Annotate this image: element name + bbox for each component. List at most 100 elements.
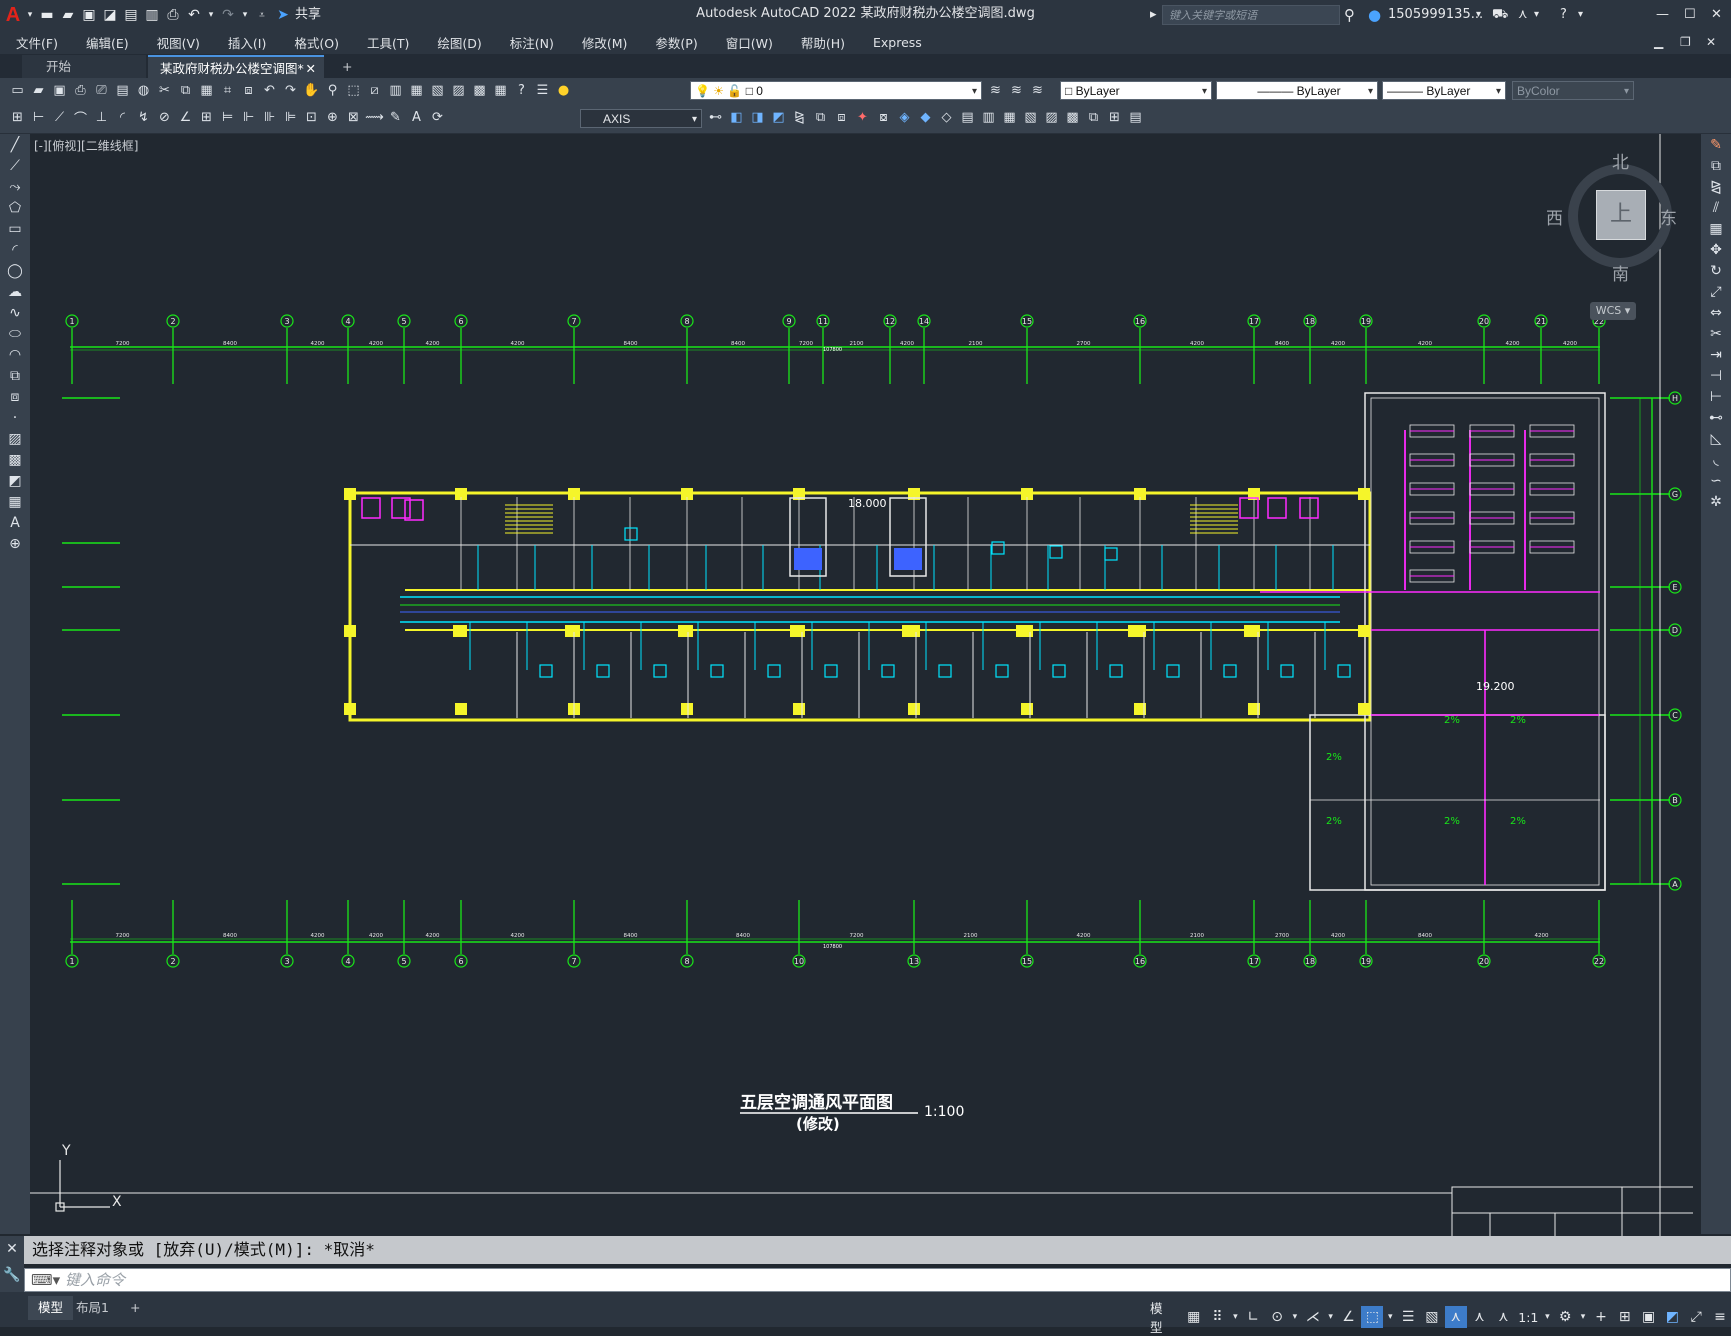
redo-icon[interactable]: ↷ (219, 6, 237, 24)
polyline-icon[interactable]: ⤳ (0, 176, 30, 197)
new-icon[interactable]: ▭ (8, 81, 27, 100)
undo-icon[interactable]: ↶ (260, 81, 279, 100)
menu-format[interactable]: 格式(O) (278, 33, 351, 52)
break-icon[interactable]: ⊢ (1701, 386, 1731, 407)
wcs-menu[interactable]: WCS ▾ (1590, 302, 1636, 320)
hyperlink-icon[interactable]: ⧉ (1084, 108, 1103, 127)
rotate-icon[interactable]: ↻ (1701, 260, 1731, 281)
plotstyle-dropdown[interactable]: ByColor ▾ (1512, 81, 1634, 100)
chevron-down-icon[interactable]: ▾ (1578, 1306, 1588, 1328)
mirror-icon[interactable]: ⧎ (1701, 176, 1731, 197)
dim-text-edit-icon[interactable]: A (407, 108, 426, 127)
clip-icon[interactable]: ▧ (1021, 108, 1040, 127)
ellipse-icon[interactable]: ⬭ (0, 323, 30, 344)
mirror-icon[interactable]: ⧎ (790, 108, 809, 127)
chevron-down-icon[interactable]: ▾ (1476, 0, 1481, 30)
dim-edit-icon[interactable]: ✎ (386, 108, 405, 127)
command-line-handle[interactable]: ✕ 🔧 (0, 1236, 24, 1292)
viewcube[interactable]: 上 北 南 西 东 (1546, 152, 1684, 285)
help-icon[interactable]: ? (512, 81, 531, 100)
menu-modify[interactable]: 修改(M) (566, 33, 640, 52)
trim-icon[interactable]: ✂ (1701, 323, 1731, 344)
hatch-icon[interactable]: ▨ (0, 428, 30, 449)
open-web-icon[interactable]: ▤ (122, 6, 140, 24)
ungroup-icon[interactable]: ⧉ (811, 108, 830, 127)
command-prompt-icon[interactable]: ⌨▾ (31, 1269, 60, 1291)
layer-freeze-icon[interactable]: ☀ (713, 84, 724, 98)
model-space-button[interactable]: 模型 (1150, 1298, 1181, 1336)
make-current-icon[interactable]: ≋ (986, 81, 1005, 100)
diameter-dim-icon[interactable]: ⊘ (155, 108, 174, 127)
command-input[interactable]: ⌨▾ 键入命令 (24, 1268, 1731, 1292)
sheet-set-icon[interactable]: ▨ (449, 81, 468, 100)
save-as-icon[interactable]: ◪ (101, 6, 119, 24)
attach-icon[interactable]: ▨ (1042, 108, 1061, 127)
move-icon[interactable]: ✥ (1701, 239, 1731, 260)
angular-dim-icon[interactable]: ∠ (176, 108, 195, 127)
help-icon[interactable]: ? (1560, 0, 1567, 30)
viewport-controls[interactable]: [-][俯视][二维线框] (34, 137, 138, 154)
annotation-scale-icon[interactable]: ⋏ (1492, 1306, 1514, 1328)
draworder-above-icon[interactable]: ◩ (769, 108, 788, 127)
chevron-down-icon[interactable]: ▾ (1385, 1306, 1395, 1328)
paste-icon[interactable]: ▦ (197, 81, 216, 100)
chevron-down-icon[interactable]: ▾ (1230, 1306, 1240, 1328)
new-file-icon[interactable]: ▬ (38, 6, 56, 24)
drawing-viewport[interactable]: 1 2 3 4 5 6 7 8 9 11 12 14 15 16 17 18 19 20 21 22 7200 8400 4… (30, 134, 1693, 1236)
close-icon[interactable]: ✕ (306, 57, 316, 80)
group-icon[interactable]: ⧈ (832, 108, 851, 127)
fillet-icon[interactable]: ◟ (1701, 449, 1731, 470)
calculator-icon[interactable]: ▦ (491, 81, 510, 100)
insert-block-icon[interactable]: ◈ (895, 108, 914, 127)
blend-icon[interactable]: ∽ (1701, 470, 1731, 491)
jogged-linear-icon[interactable]: ⟿ (365, 108, 384, 127)
dim-break-icon[interactable]: ⊫ (281, 108, 300, 127)
annotation-visibility-icon[interactable]: ⋏ (1444, 1306, 1467, 1328)
tab-add-layout[interactable]: + (120, 1296, 150, 1320)
point-icon[interactable]: · (0, 407, 30, 428)
cart-icon[interactable]: ⛟ (1492, 0, 1508, 30)
maximize-icon[interactable]: ☐ (1684, 0, 1696, 30)
layer-on-icon[interactable]: 💡 (695, 84, 710, 98)
tool-palettes-icon[interactable]: ▧ (428, 81, 447, 100)
scale-icon[interactable]: ⤢ (1701, 281, 1731, 302)
center-mark-icon[interactable]: ⊕ (323, 108, 342, 127)
edit-group-icon[interactable]: ✦ (853, 108, 872, 127)
arc-length-icon[interactable]: ⌒ (71, 108, 90, 127)
compass-east[interactable]: 东 (1660, 204, 1677, 229)
menu-tools[interactable]: 工具(T) (351, 33, 421, 52)
jogged-dim-icon[interactable]: ↯ (134, 108, 153, 127)
dim-update-icon[interactable]: ⟳ (428, 108, 447, 127)
layer-match-icon[interactable]: ≋ (1028, 81, 1047, 100)
inspection-icon[interactable]: ⊠ (344, 108, 363, 127)
table-icon[interactable]: ▤ (1126, 108, 1145, 127)
ortho-icon[interactable]: ∟ (1242, 1306, 1264, 1328)
menu-insert[interactable]: 插入(I) (212, 33, 278, 52)
rectangle-icon[interactable]: ▭ (0, 218, 30, 239)
menu-edit[interactable]: 编辑(E) (70, 33, 141, 52)
tab-drawing[interactable]: 某政府财税办公楼空调图* ✕ (148, 55, 324, 78)
circle-icon[interactable]: ◯ (0, 260, 30, 281)
user-name[interactable]: 1505999135... (1388, 0, 1483, 30)
user-icon[interactable]: ● (1368, 0, 1381, 30)
customize-icon[interactable]: ⩡ (253, 6, 271, 24)
plus-icon[interactable]: + (1590, 1306, 1612, 1328)
draworder-back-icon[interactable]: ◨ (748, 108, 767, 127)
customize-icon[interactable]: ≡ (1709, 1306, 1731, 1328)
image-icon[interactable]: ▦ (1000, 108, 1019, 127)
revision-cloud-icon[interactable]: ☁ (0, 281, 30, 302)
quick-dim-icon[interactable]: ⊞ (197, 108, 216, 127)
attdef-icon[interactable]: ▤ (958, 108, 977, 127)
radius-dim-icon[interactable]: ◜ (113, 108, 132, 127)
compass-west[interactable]: 西 (1546, 204, 1563, 229)
undo-icon[interactable]: ↶ (185, 6, 203, 24)
chevron-down-icon[interactable]: ▾ (1290, 1306, 1300, 1328)
copy-icon[interactable]: ⧉ (176, 81, 195, 100)
zoom-realtime-icon[interactable]: ⚲ (323, 81, 342, 100)
transparency-icon[interactable]: ▧ (1421, 1306, 1443, 1328)
arc-icon[interactable]: ◜ (0, 239, 30, 260)
polar-icon[interactable]: ⊙ (1266, 1306, 1288, 1328)
floor-plan-svg[interactable]: 1 2 3 4 5 6 7 8 9 11 12 14 15 16 17 18 19 20 21 227200 8400 4… (30, 134, 1693, 1236)
search-input[interactable]: 键入关键字或短语 (1162, 5, 1340, 25)
publish-icon[interactable]: ▤ (113, 81, 132, 100)
